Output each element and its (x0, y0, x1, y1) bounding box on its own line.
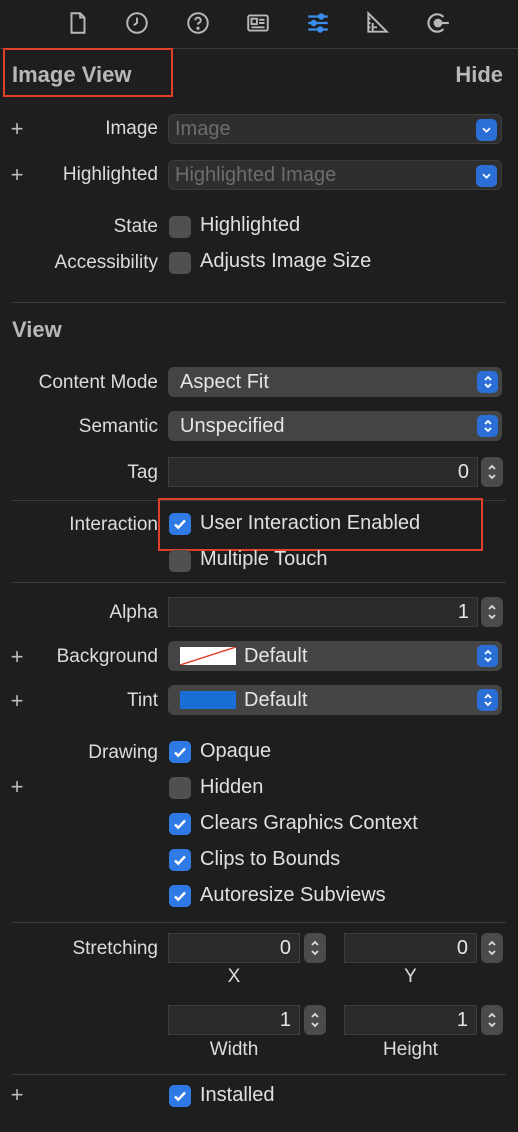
tag-label: Tag (127, 462, 158, 483)
plus-icon[interactable]: + (8, 1082, 26, 1108)
hide-section-button[interactable]: Hide (455, 62, 503, 88)
tint-value: Default (244, 688, 308, 711)
background-color-popup[interactable]: Default (168, 641, 502, 671)
highlighted-label: Highlighted (62, 164, 158, 185)
state-label: State (113, 216, 158, 237)
semantic-value: Unspecified (180, 414, 285, 437)
chevron-up-down-icon (477, 415, 498, 437)
image-placeholder: Image (175, 117, 231, 140)
section-divider (12, 922, 506, 923)
highlighted-image-dropdown[interactable]: Highlighted Image (168, 160, 502, 190)
stretching-label: Stretching (72, 938, 158, 959)
stretch-width-stepper[interactable] (304, 1005, 326, 1035)
hidden-checkbox[interactable] (169, 777, 191, 799)
file-icon[interactable] (63, 8, 93, 38)
hidden-label: Hidden (200, 776, 264, 798)
chevron-up-down-icon (477, 689, 498, 711)
content-mode-value: Aspect Fit (180, 370, 269, 393)
stretch-height-caption: Height (383, 1039, 438, 1060)
clips-to-bounds-label: Clips to Bounds (200, 848, 341, 870)
section-divider (12, 302, 506, 303)
stretch-height-stepper[interactable] (481, 1005, 503, 1035)
tag-stepper[interactable] (481, 457, 503, 487)
connections-icon[interactable] (423, 8, 453, 38)
alpha-label: Alpha (109, 602, 158, 623)
section-divider (12, 1074, 506, 1075)
accessibility-label: Accessibility (54, 252, 158, 273)
stretch-y-caption: Y (404, 966, 417, 987)
stretch-height-field[interactable]: 1 (344, 1005, 477, 1035)
inspector-toolbar (0, 0, 518, 48)
tint-color-popup[interactable]: Default (168, 685, 502, 715)
autoresize-subviews-label: Autoresize Subviews (200, 884, 386, 906)
content-mode-label: Content Mode (38, 372, 158, 393)
identity-card-icon[interactable] (243, 8, 273, 38)
installed-checkbox[interactable] (169, 1085, 191, 1107)
attributes-sliders-icon[interactable] (303, 8, 333, 38)
background-label: Background (56, 646, 158, 667)
alpha-stepper[interactable] (481, 597, 503, 627)
tint-color-swatch (180, 691, 236, 709)
stretch-width-field[interactable]: 1 (168, 1005, 300, 1035)
tint-label: Tint (127, 690, 158, 711)
user-interaction-enabled-checkbox[interactable] (169, 513, 191, 535)
semantic-label: Semantic (78, 416, 158, 437)
plus-icon[interactable]: + (8, 774, 26, 800)
section-title-view: View (12, 317, 62, 342)
opaque-label: Opaque (200, 740, 272, 762)
clock-icon[interactable] (122, 8, 152, 38)
adjusts-image-size-checkbox[interactable] (169, 252, 191, 274)
stretch-x-caption: X (227, 966, 241, 987)
interaction-label: Interaction (69, 514, 158, 535)
tag-field[interactable]: 0 (168, 457, 478, 487)
chevron-up-down-icon (477, 645, 498, 667)
multiple-touch-label: Multiple Touch (200, 548, 328, 570)
image-dropdown[interactable]: Image (168, 114, 502, 144)
opaque-checkbox[interactable] (169, 741, 191, 763)
installed-label: Installed (200, 1084, 275, 1106)
clears-graphics-context-label: Clears Graphics Context (200, 812, 418, 834)
clips-to-bounds-checkbox[interactable] (169, 849, 191, 871)
section-title-image-view: Image View (12, 62, 132, 87)
stretch-y-stepper[interactable] (481, 933, 503, 963)
chevron-up-down-icon (477, 371, 498, 393)
adjusts-image-size-label: Adjusts Image Size (200, 250, 372, 272)
user-interaction-enabled-label: User Interaction Enabled (200, 512, 421, 534)
alpha-field[interactable]: 1 (168, 597, 478, 627)
stretch-x-field[interactable]: 0 (168, 933, 300, 963)
highlighted-placeholder: Highlighted Image (175, 163, 337, 186)
empty-color-swatch (180, 647, 236, 665)
highlighted-checkbox-label: Highlighted (200, 214, 301, 236)
help-icon[interactable] (183, 8, 213, 38)
multiple-touch-checkbox[interactable] (169, 550, 191, 572)
chevron-down-icon (476, 119, 497, 141)
drawing-label: Drawing (88, 742, 158, 763)
highlighted-checkbox[interactable] (169, 216, 191, 238)
ruler-icon[interactable] (362, 8, 392, 38)
content-mode-popup[interactable]: Aspect Fit (168, 367, 502, 397)
semantic-popup[interactable]: Unspecified (168, 411, 502, 441)
clears-graphics-context-checkbox[interactable] (169, 813, 191, 835)
autoresize-subviews-checkbox[interactable] (169, 885, 191, 907)
background-value: Default (244, 644, 308, 667)
stretch-x-stepper[interactable] (304, 933, 326, 963)
image-label: Image (105, 118, 158, 139)
chevron-down-icon (476, 165, 497, 187)
stretch-width-caption: Width (209, 1039, 259, 1060)
section-divider (12, 582, 506, 583)
stretch-y-field[interactable]: 0 (344, 933, 477, 963)
